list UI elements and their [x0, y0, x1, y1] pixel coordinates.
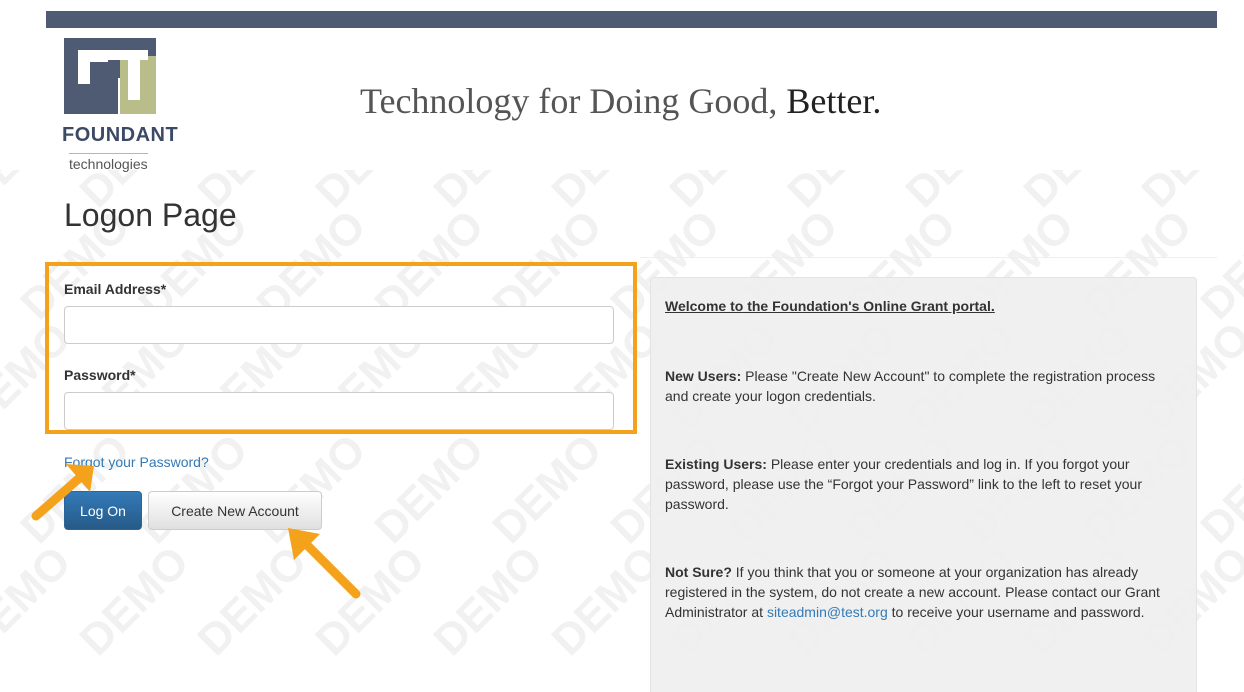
- ft-logo-icon: [64, 38, 156, 114]
- watermark-text: DEMO: [306, 537, 434, 665]
- watermark-text: DEMO: [306, 170, 434, 217]
- existing-users-paragraph: Existing Users: Please enter your creden…: [665, 454, 1182, 514]
- header-bar: [46, 11, 1217, 28]
- new-users-heading: New Users:: [665, 368, 742, 384]
- not-sure-paragraph: Not Sure? If you think that you or someo…: [665, 562, 1182, 622]
- watermark-text: DEMO: [70, 537, 198, 665]
- watermark-text: DEMO: [896, 170, 1024, 217]
- watermark-text: DEMO: [247, 425, 375, 553]
- forgot-password-link[interactable]: Forgot your Password?: [64, 454, 209, 470]
- tagline-strong: Better.: [786, 81, 882, 121]
- title-divider: [640, 257, 1217, 258]
- watermark-text: DEMO: [365, 425, 493, 553]
- watermark-text: DEMO: [1191, 201, 1244, 329]
- email-label: Email Address*: [64, 281, 167, 297]
- watermark-text: DEMO: [1014, 170, 1142, 217]
- watermark-text: DEMO: [1191, 425, 1244, 553]
- existing-users-heading: Existing Users:: [665, 456, 767, 472]
- watermark-text: DEMO: [129, 425, 257, 553]
- watermark-text: DEMO: [0, 537, 80, 665]
- watermark-text: DEMO: [188, 537, 316, 665]
- logo-wordmark: FOUNDANT: [62, 124, 179, 146]
- log-on-button[interactable]: Log On: [64, 491, 142, 530]
- foundant-logo: FOUNDANT technologies: [62, 36, 186, 176]
- tagline: Technology for Doing Good, Better.: [360, 80, 881, 122]
- password-label: Password*: [64, 367, 136, 383]
- tagline-main: Technology for Doing Good,: [360, 81, 778, 121]
- logon-page: DEMO DEMO DEMO DEMO DEMO DEMO DEMO DEMO DEMO DEMO…: [0, 0, 1244, 692]
- email-field[interactable]: [64, 306, 614, 344]
- watermark-text: DEMO: [1132, 170, 1244, 217]
- password-field[interactable]: [64, 392, 614, 430]
- new-users-paragraph: New Users: Please "Create New Account" t…: [665, 366, 1182, 406]
- watermark-text: DEMO: [778, 170, 906, 217]
- page-title: Logon Page: [64, 197, 237, 233]
- create-account-button[interactable]: Create New Account: [148, 491, 322, 530]
- welcome-heading: Welcome to the Foundation's Online Grant…: [665, 298, 995, 314]
- logo-subtitle: technologies: [69, 153, 148, 172]
- watermark-text: DEMO: [483, 425, 611, 553]
- watermark-text: DEMO: [424, 537, 552, 665]
- not-sure-text-after: to receive your username and password.: [887, 604, 1145, 620]
- watermark-text: DEMO: [542, 170, 670, 217]
- watermark-text: DEMO: [424, 170, 552, 217]
- not-sure-heading: Not Sure?: [665, 564, 732, 580]
- admin-email-link[interactable]: siteadmin@test.org: [767, 604, 888, 620]
- watermark-text: DEMO: [11, 425, 139, 553]
- arrow-to-create-account-icon: [288, 528, 361, 599]
- info-panel: Welcome to the Foundation's Online Grant…: [650, 277, 1197, 692]
- watermark-text: DEMO: [660, 170, 788, 217]
